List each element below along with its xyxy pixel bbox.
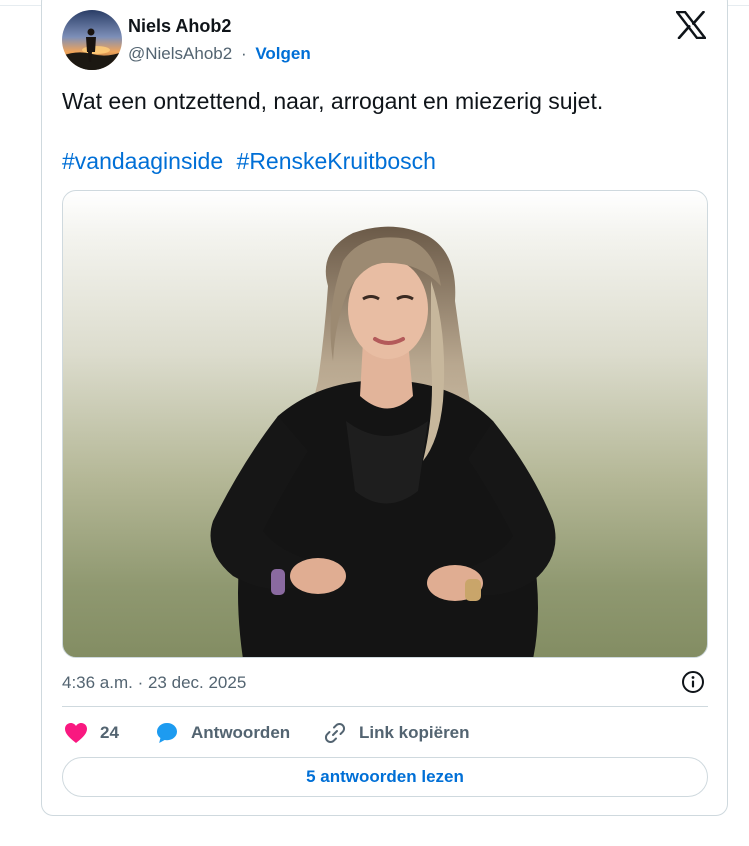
heart-icon: [64, 722, 88, 744]
hashtag-link[interactable]: #vandaaginside: [62, 148, 223, 174]
author-avatar[interactable]: [62, 10, 122, 70]
tweet-timestamp[interactable]: 4:36 a.m. · 23 dec. 2025: [62, 673, 246, 693]
x-logo-icon[interactable]: [675, 10, 707, 40]
separator-dot: ·: [240, 44, 247, 63]
info-icon[interactable]: [681, 670, 705, 694]
follow-button[interactable]: Volgen: [255, 44, 310, 63]
like-count: 24: [100, 723, 119, 742]
hashtag-link[interactable]: #RenskeKruitbosch: [237, 148, 436, 174]
reply-label: Antwoorden: [191, 723, 291, 742]
actions-divider: [62, 706, 708, 707]
author-handle[interactable]: @NielsAhob2: [128, 44, 232, 63]
read-replies-button[interactable]: 5 antwoorden lezen: [62, 757, 708, 797]
tweet-photo[interactable]: [62, 190, 708, 658]
like-button[interactable]: 24: [64, 720, 119, 746]
reply-button[interactable]: Antwoorden: [155, 720, 290, 746]
link-icon: [323, 721, 347, 745]
author-handle-row: @NielsAhob2 · Volgen: [128, 44, 311, 64]
speech-bubble-icon: [155, 721, 179, 745]
hashtags-row: #vandaaginside #RenskeKruitbosch: [62, 148, 436, 175]
author-name[interactable]: Niels Ahob2: [128, 16, 231, 37]
copy-link-label: Link kopiëren: [359, 723, 470, 742]
tweet-text: Wat een ontzettend, naar, arrogant en mi…: [62, 88, 604, 114]
copy-link-button[interactable]: Link kopiëren: [323, 720, 470, 746]
